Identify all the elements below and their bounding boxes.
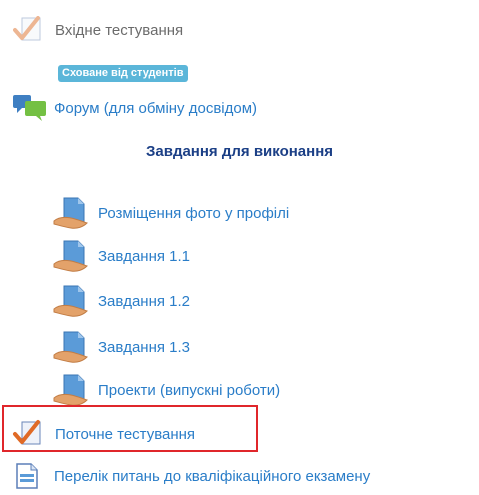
assignment-icon <box>52 373 90 407</box>
assignment-icon <box>52 284 90 318</box>
assignment-icon <box>52 239 90 273</box>
activity-exam-list[interactable]: Перелік питань до кваліфікаційного екзам… <box>13 462 370 490</box>
activity-current-test[interactable]: Поточне тестування <box>12 419 195 449</box>
section-title: Завдання для виконання <box>145 143 334 160</box>
activity-entry-test[interactable]: Вхідне тестування <box>12 15 183 45</box>
hidden-from-students-badge: Сховане від студентів <box>58 65 188 82</box>
current-test-link[interactable]: Поточне тестування <box>55 426 195 443</box>
quiz-checkmark-icon <box>12 419 46 449</box>
assignment-icon <box>52 196 90 230</box>
forum-link[interactable]: Форум (для обміну досвідом) <box>54 100 257 117</box>
assignment-icon <box>52 330 90 364</box>
exam-list-link[interactable]: Перелік питань до кваліфікаційного екзам… <box>54 468 370 485</box>
quiz-checkmark-icon <box>12 15 46 45</box>
forum-icon <box>12 92 48 124</box>
file-icon <box>13 462 41 490</box>
activity-assign-1-2[interactable]: Завдання 1.2 <box>52 284 190 318</box>
activity-projects[interactable]: Проекти (випускні роботи) <box>52 373 280 407</box>
activity-forum[interactable]: Форум (для обміну досвідом) <box>12 92 257 124</box>
assign-1-2-link[interactable]: Завдання 1.2 <box>98 293 190 310</box>
activity-assign-1-3[interactable]: Завдання 1.3 <box>52 330 190 364</box>
activity-assign-1-1[interactable]: Завдання 1.1 <box>52 239 190 273</box>
activity-assign-photo[interactable]: Розміщення фото у профілі <box>52 196 289 230</box>
entry-test-label: Вхідне тестування <box>55 21 184 39</box>
projects-link[interactable]: Проекти (випускні роботи) <box>98 382 280 399</box>
assign-photo-link[interactable]: Розміщення фото у профілі <box>98 205 289 222</box>
assign-1-3-link[interactable]: Завдання 1.3 <box>98 339 190 356</box>
assign-1-1-link[interactable]: Завдання 1.1 <box>98 248 190 265</box>
